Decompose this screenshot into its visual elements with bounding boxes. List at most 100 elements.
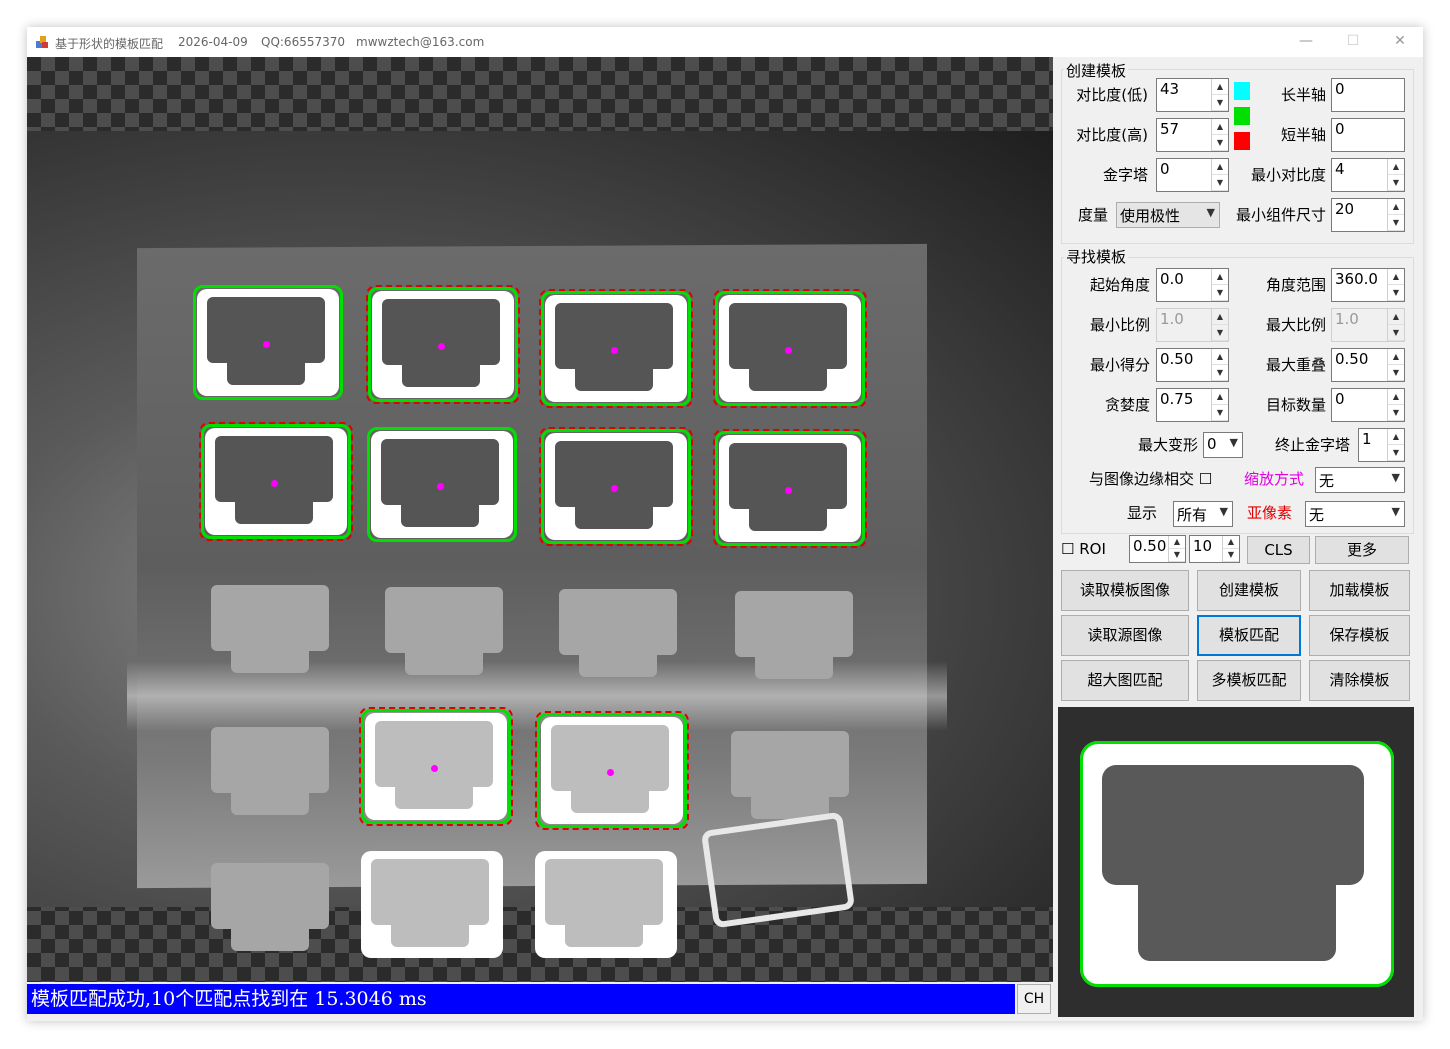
subpixel-combo[interactable]: 无 ▼ [1305,501,1405,527]
angle-range-spinbox[interactable]: 360.0 ▲ ▼ [1331,268,1405,302]
start-angle-spinbox[interactable]: 0.0 ▲ ▼ [1156,268,1229,302]
num-targets-spinbox[interactable]: 0 ▲ ▼ [1331,388,1405,422]
greediness-label: 贪婪度 [1104,396,1150,414]
start-angle-label: 起始角度 [1089,276,1150,294]
find-group-title: 寻找模板 [1064,246,1129,267]
pyramid-label: 金字塔 [1102,166,1148,184]
status-bar: 模板匹配成功,10个匹配点找到在 15.3046 ms [27,984,1015,1014]
min-contrast-label: 最小对比度 [1250,166,1326,184]
match-center-marker [431,765,438,772]
template-contour [1080,741,1394,987]
chevron-down-icon: ▼ [1391,471,1400,484]
unmatched-part [531,847,681,962]
display-combo[interactable]: 所有 ▼ [1173,501,1233,527]
image-canvas[interactable] [27,57,1053,982]
metric-combo[interactable]: 使用极性 ▼ [1116,202,1220,228]
chevron-down-icon: ▼ [1206,206,1215,219]
min-scale-label: 最小比例 [1089,316,1150,334]
save-template-button[interactable]: 保存模板 [1309,615,1410,656]
close-button[interactable]: ✕ [1377,27,1423,57]
window-title: 基于形状的模板匹配 [55,37,164,51]
cls-button[interactable]: CLS [1247,536,1310,564]
loose-frame [700,811,856,929]
create-template-button[interactable]: 创建模板 [1197,570,1301,611]
scale-mode-label: 缩放方式 [1244,470,1305,488]
match-result [713,429,867,548]
display-label: 显示 [1127,504,1158,522]
chevron-down-icon: ▼ [1391,505,1400,518]
load-template-button[interactable]: 加载模板 [1309,570,1410,611]
border-intersect-checkbox[interactable]: 与图像边缘相交 ☐ [1089,468,1212,490]
contrast-low-spinbox[interactable]: 43 ▲ ▼ [1156,78,1229,112]
roi-checkbox[interactable]: ☐ ROI [1061,538,1106,560]
unmatched-part [721,579,871,694]
min-component-label: 最小组件尺寸 [1235,206,1326,224]
large-image-match-button[interactable]: 超大图匹配 [1061,660,1189,701]
minimize-button[interactable]: — [1283,27,1329,57]
color-swatch-green[interactable] [1234,107,1250,125]
major-axis-field[interactable]: 0 [1331,78,1405,112]
max-overlap-label: 最大重叠 [1265,356,1326,374]
match-center-marker [785,487,792,494]
max-deform-combo[interactable]: 0 ▼ [1203,432,1243,458]
clear-template-button[interactable]: 清除模板 [1309,660,1410,701]
read-source-image-button[interactable]: 读取源图像 [1061,615,1189,656]
metric-label: 度量 [1077,206,1108,224]
match-result [535,711,689,830]
match-result [193,285,343,400]
roi-count-spinbox[interactable]: 10 ▲ ▼ [1189,535,1240,563]
match-center-marker [437,483,444,490]
color-swatch-cyan[interactable] [1234,82,1250,100]
unmatched-part [357,847,507,962]
match-result [359,707,513,826]
minor-axis-field[interactable]: 0 [1331,118,1405,152]
match-result [366,285,520,404]
roi-value-spinbox[interactable]: 0.50 ▲ ▼ [1129,535,1186,563]
major-axis-label: 长半轴 [1280,86,1326,104]
app-icon [36,36,48,48]
multi-template-match-button[interactable]: 多模板匹配 [1197,660,1301,701]
max-scale-spinbox: 1.0 ▲ ▼ [1331,308,1405,342]
more-button[interactable]: 更多 [1315,536,1409,564]
min-score-spinbox[interactable]: 0.50 ▲ ▼ [1156,348,1229,382]
window-date: 2026-04-09 [178,35,248,49]
spin-arrows[interactable]: ▲ ▼ [1211,79,1228,111]
chevron-down-icon: ▼ [1219,505,1228,518]
match-result [713,289,867,408]
end-pyramid-label: 终止金字塔 [1274,436,1350,454]
scale-mode-combo[interactable]: 无 ▼ [1315,467,1405,493]
match-center-marker [607,769,614,776]
unmatched-part [197,851,347,966]
min-contrast-spinbox[interactable]: 4 ▲ ▼ [1331,158,1405,192]
maximize-button[interactable]: ☐ [1330,27,1376,57]
unmatched-part [197,573,347,688]
window-qq: QQ:66557370 [261,35,346,49]
read-template-image-button[interactable]: 读取模板图像 [1061,570,1189,611]
match-center-marker [438,343,445,350]
template-match-button[interactable]: 模板匹配 [1197,615,1301,656]
match-center-marker [263,341,270,348]
unmatched-part [197,715,347,830]
source-image [27,131,1053,958]
ch-button[interactable]: CH [1017,984,1051,1014]
min-scale-spinbox: 1.0 ▲ ▼ [1156,308,1229,342]
min-component-spinbox[interactable]: 20 ▲ ▼ [1331,198,1405,232]
contrast-high-spinbox[interactable]: 57 ▲ ▼ [1156,118,1229,152]
unmatched-part [717,719,867,834]
unmatched-part [545,577,695,692]
num-targets-label: 目标数量 [1265,396,1326,414]
contrast-high-label: 对比度(高) [1076,126,1148,144]
min-score-label: 最小得分 [1089,356,1150,374]
template-preview [1058,707,1414,1017]
pyramid-spinbox[interactable]: 0 ▲ ▼ [1156,158,1229,192]
match-center-marker [271,480,278,487]
main-window: 基于形状的模板匹配 2026-04-09 QQ:66557370 mwwztec… [27,27,1423,1021]
max-overlap-spinbox[interactable]: 0.50 ▲ ▼ [1331,348,1405,382]
title-bar: 基于形状的模板匹配 2026-04-09 QQ:66557370 mwwztec… [27,27,1423,57]
color-swatch-red[interactable] [1234,132,1250,150]
match-center-marker [785,347,792,354]
end-pyramid-spinbox[interactable]: 1 ▲ ▼ [1358,428,1405,462]
greediness-spinbox[interactable]: 0.75 ▲ ▼ [1156,388,1229,422]
match-result [367,427,517,542]
chevron-down-icon: ▼ [1229,436,1238,449]
